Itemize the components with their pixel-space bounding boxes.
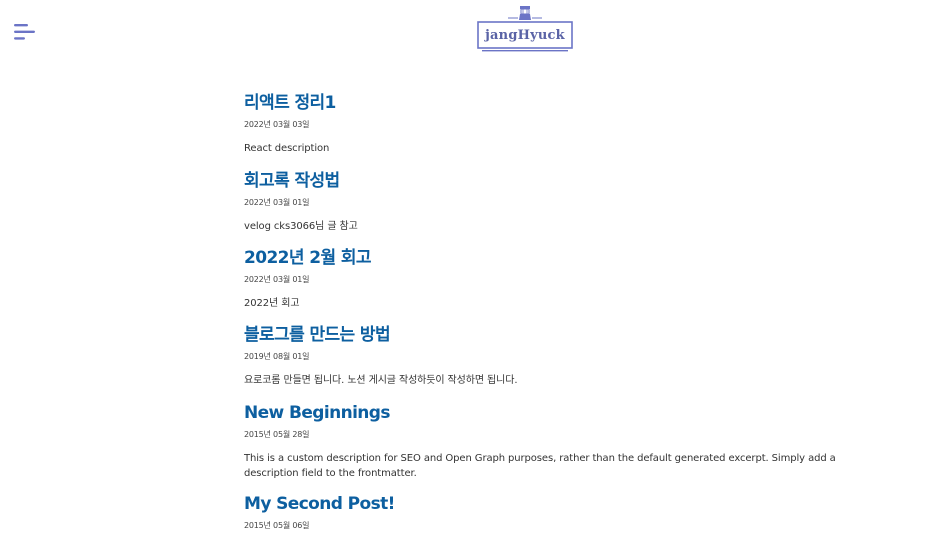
post-description: React description (244, 143, 330, 154)
post-date: 2015년 05월 06일 (244, 521, 310, 530)
menu-button[interactable] (14, 22, 38, 42)
logo-text: jangHyuck (485, 28, 565, 43)
post-description: 요로코롬 만들면 됩니다. 노션 게시글 작성하듯이 작성하면 됩니다. (244, 375, 518, 386)
site-header: jangHyuck (0, 0, 936, 70)
post-date: 2019년 08월 01일 (244, 352, 310, 361)
post-description: velog cks3066님 글 참고 (244, 221, 358, 232)
post-item: 회고록 작성법 2022년 03월 01일 velog cks3066님 글 참… (244, 168, 836, 234)
post-date: 2022년 03월 01일 (244, 275, 310, 284)
post-description: 2022년 회고 (244, 298, 300, 309)
site-logo[interactable]: jangHyuck (474, 4, 576, 56)
post-item: 블로그를 만드는 방법 2019년 08월 01일 요로코롬 만들면 됩니다. … (244, 322, 836, 388)
post-title-link[interactable]: 블로그를 만드는 방법 (244, 322, 836, 348)
post-title-link[interactable]: 리액트 정리1 (244, 90, 836, 116)
post-item: New Beginnings 2015년 05월 28일 This is a c… (244, 400, 836, 481)
post-title-link[interactable]: 회고록 작성법 (244, 168, 836, 194)
post-date: 2022년 03월 01일 (244, 198, 310, 207)
post-date: 2015년 05월 28일 (244, 430, 310, 439)
post-title-link[interactable]: 2022년 2월 회고 (244, 245, 836, 271)
menu-icon (14, 24, 35, 40)
post-title-link[interactable]: My Second Post! (244, 491, 836, 517)
post-item: 리액트 정리1 2022년 03월 03일 React description (244, 90, 836, 156)
post-description: This is a custom description for SEO and… (244, 453, 836, 479)
post-date: 2022년 03월 03일 (244, 120, 310, 129)
post-title-link[interactable]: New Beginnings (244, 400, 836, 426)
post-item: My Second Post! 2015년 05월 06일 (244, 491, 836, 542)
post-item: 2022년 2월 회고 2022년 03월 01일 2022년 회고 (244, 245, 836, 311)
